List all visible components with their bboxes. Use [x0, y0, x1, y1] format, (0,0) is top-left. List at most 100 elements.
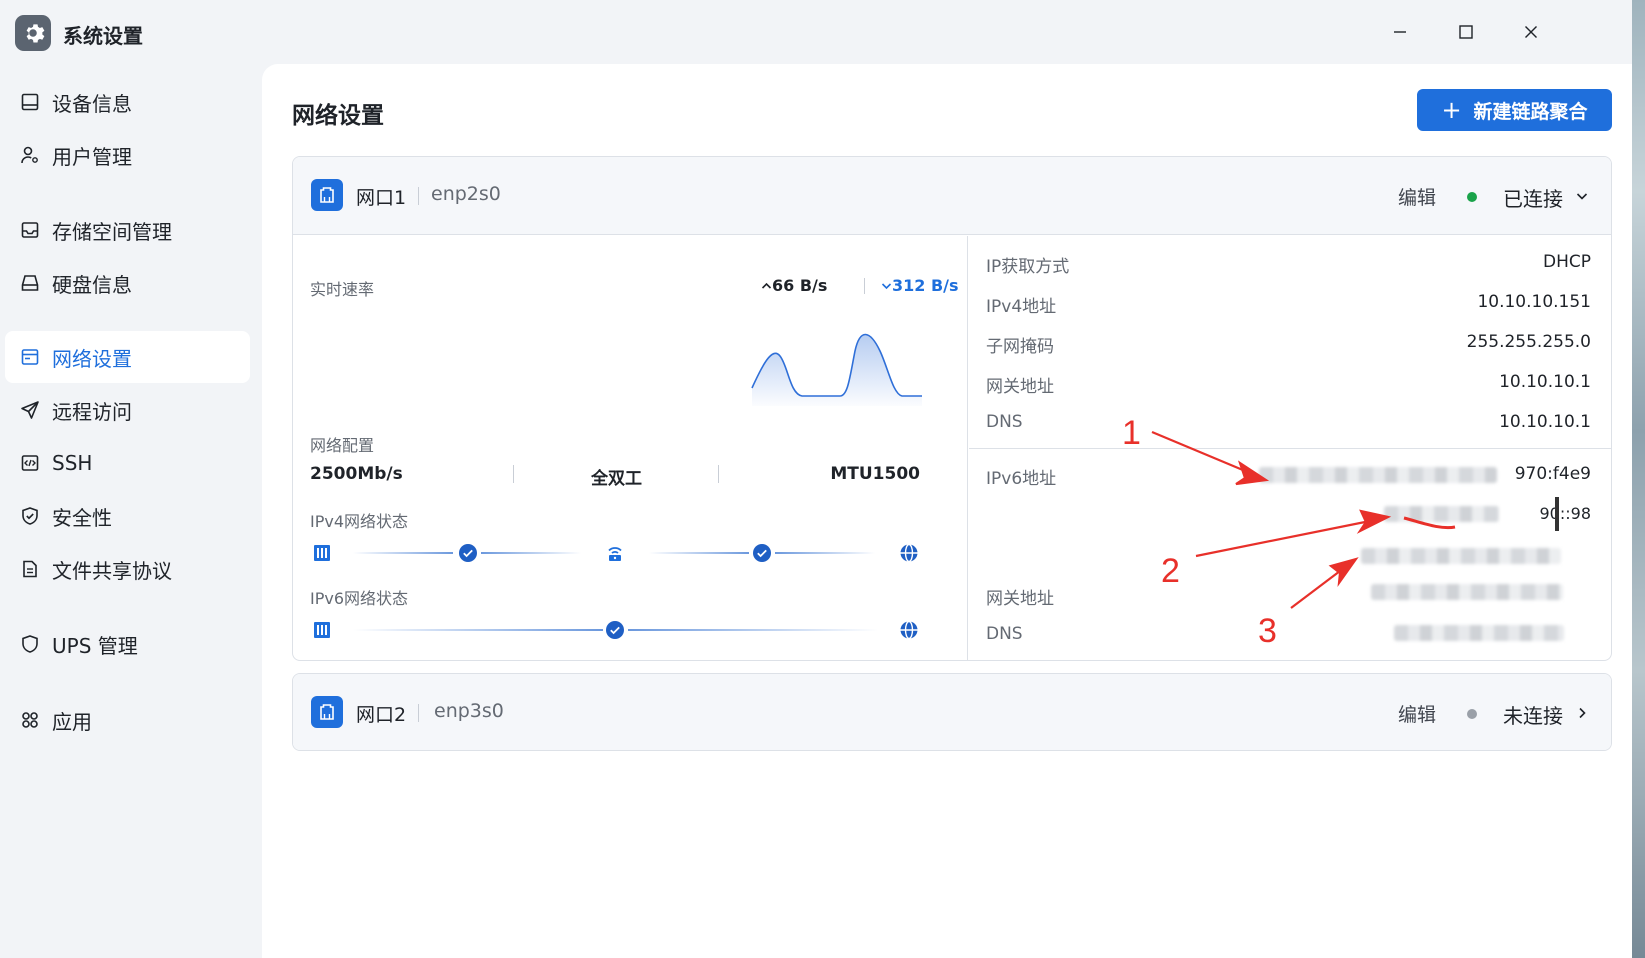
network-config-label: 网络配置 [310, 436, 375, 455]
ipv6-status-label: IPv6网络状态 [310, 589, 409, 608]
document-icon [18, 557, 42, 581]
edit-port-button[interactable]: 编辑 [1398, 183, 1436, 210]
chevron-down-icon[interactable] [1571, 185, 1593, 207]
sidebar-item-user-management[interactable]: 用户管理 [5, 129, 250, 181]
sidebar-item-label: 存储空间管理 [52, 219, 172, 244]
button-label: 新建链路聚合 [1473, 100, 1588, 123]
sidebar: 设备信息 用户管理 存储空间管理 硬盘信息 网络设置 远程访问 SSH 安全性 … [0, 64, 262, 958]
new-link-aggregation-button[interactable]: + 新建链路聚合 [1417, 89, 1612, 131]
user-gear-icon [18, 143, 42, 167]
minimize-icon[interactable] [1380, 14, 1420, 50]
check-circle-icon [457, 542, 479, 564]
port-card-header[interactable]: 网口1 enp2s0 编辑 已连接 [293, 157, 1611, 235]
sidebar-item-ssh[interactable]: SSH [5, 437, 250, 489]
close-icon[interactable] [1511, 14, 1551, 50]
sidebar-item-security[interactable]: 安全性 [5, 490, 250, 542]
check-circle-icon [751, 542, 773, 564]
traffic-graph [751, 333, 922, 406]
port-card-1: 网口1 enp2s0 编辑 已连接 实时速率 66 B/s 312 B/s 网络… [292, 156, 1612, 661]
chevron-down-icon [881, 283, 892, 290]
shield-icon [18, 632, 42, 656]
port-device: enp3s0 [434, 700, 504, 722]
check-circle-icon [604, 619, 626, 641]
sidebar-item-storage[interactable]: 存储空间管理 [5, 204, 250, 256]
redacted-ipv6-1 [1259, 467, 1497, 483]
edit-port-button[interactable]: 编辑 [1398, 700, 1436, 727]
annotation-label-2: 2 [1161, 552, 1180, 590]
globe-icon [898, 542, 920, 564]
disk-icon [18, 271, 42, 295]
mtu-value: MTU1500 [830, 464, 920, 484]
status-link [628, 629, 878, 631]
sidebar-item-label: 网络设置 [52, 346, 132, 371]
sidebar-item-label: 应用 [52, 709, 92, 734]
sidebar-item-network-settings[interactable]: 网络设置 [5, 331, 250, 383]
redacted-ipv6-2 [1384, 506, 1499, 522]
rate-separator [864, 278, 865, 294]
ipv4-status-label: IPv4网络状态 [310, 512, 409, 531]
plus-icon: + [1441, 96, 1462, 124]
dns-row: DNS 10.10.10.1 [986, 412, 1591, 432]
ip-method-row: IP获取方式 DHCP [986, 252, 1591, 277]
connection-status: 已连接 [1503, 187, 1563, 211]
config-separator [513, 465, 514, 483]
sidebar-item-label: UPS 管理 [52, 633, 138, 658]
upload-rate: 66 B/s [761, 276, 827, 295]
sidebar-item-label: 设备信息 [52, 91, 132, 116]
monitor-icon [18, 90, 42, 114]
sidebar-item-label: 远程访问 [52, 399, 132, 424]
sidebar-item-disk-info[interactable]: 硬盘信息 [5, 257, 250, 309]
annotation-label-1: 1 [1122, 414, 1141, 452]
sidebar-item-label: 文件共享协议 [52, 558, 172, 583]
sidebar-item-label: SSH [52, 451, 93, 475]
shield-check-icon [18, 504, 42, 528]
ipv6-address-2-tail: 90::98 [1539, 504, 1592, 523]
sidebar-item-apps[interactable]: 应用 [5, 694, 250, 746]
text-cursor [1555, 497, 1559, 531]
download-rate: 312 B/s [881, 276, 959, 295]
sidebar-item-file-sharing[interactable]: 文件共享协议 [5, 543, 250, 595]
duplex-mode: 全双工 [591, 469, 642, 489]
header-separator [418, 704, 419, 722]
status-link [353, 629, 603, 631]
netmask-row: 子网掩码 255.255.255.0 [986, 332, 1591, 357]
desktop-background [1632, 0, 1645, 958]
status-dot-disconnected [1467, 709, 1477, 719]
globe-icon [898, 619, 920, 641]
port-name: 网口2 [356, 704, 407, 726]
maximize-icon[interactable] [1446, 14, 1486, 50]
window-titlebar: 系统设置 [0, 0, 1645, 64]
code-icon [18, 451, 42, 475]
redacted-ipv6-dns [1394, 625, 1564, 641]
sidebar-item-ups[interactable]: UPS 管理 [5, 618, 250, 670]
realtime-rate-label: 实时速率 [310, 280, 375, 299]
sidebar-item-label: 安全性 [52, 505, 112, 530]
page-title: 网络设置 [292, 103, 384, 129]
send-icon [18, 398, 42, 422]
sidebar-item-device-info[interactable]: 设备信息 [5, 76, 250, 128]
status-link [353, 552, 453, 554]
header-separator [418, 187, 419, 205]
nic-icon [311, 619, 333, 641]
redacted-ipv6-gateway [1371, 584, 1563, 600]
annotation-label-3: 3 [1258, 612, 1277, 650]
port-card-2: 网口2 enp3s0 编辑 未连接 [292, 673, 1612, 751]
apps-icon [18, 708, 42, 732]
main-content: 网络设置 + 新建链路聚合 网口1 enp2s0 编辑 已连接 实时速率 66 … [262, 64, 1632, 958]
connection-status: 未连接 [1503, 704, 1563, 728]
port-card-header[interactable]: 网口2 enp3s0 编辑 未连接 [293, 674, 1611, 750]
port-details-panel: IP获取方式 DHCP IPv4地址 10.10.10.151 子网掩码 255… [969, 236, 1611, 660]
status-dot-connected [1467, 192, 1477, 202]
port-device: enp2s0 [431, 183, 501, 205]
status-link [481, 552, 581, 554]
status-link [649, 552, 749, 554]
status-link [775, 552, 875, 554]
port-stats-panel: 实时速率 66 B/s 312 B/s 网络配置 2500Mb/s 全双工 MT… [293, 236, 968, 660]
inbox-icon [18, 218, 42, 242]
window-icon [18, 345, 42, 369]
config-separator [718, 465, 719, 483]
sidebar-item-remote-access[interactable]: 远程访问 [5, 384, 250, 436]
chevron-up-icon [761, 282, 772, 289]
port-name: 网口1 [356, 187, 407, 209]
chevron-right-icon[interactable] [1571, 702, 1593, 724]
